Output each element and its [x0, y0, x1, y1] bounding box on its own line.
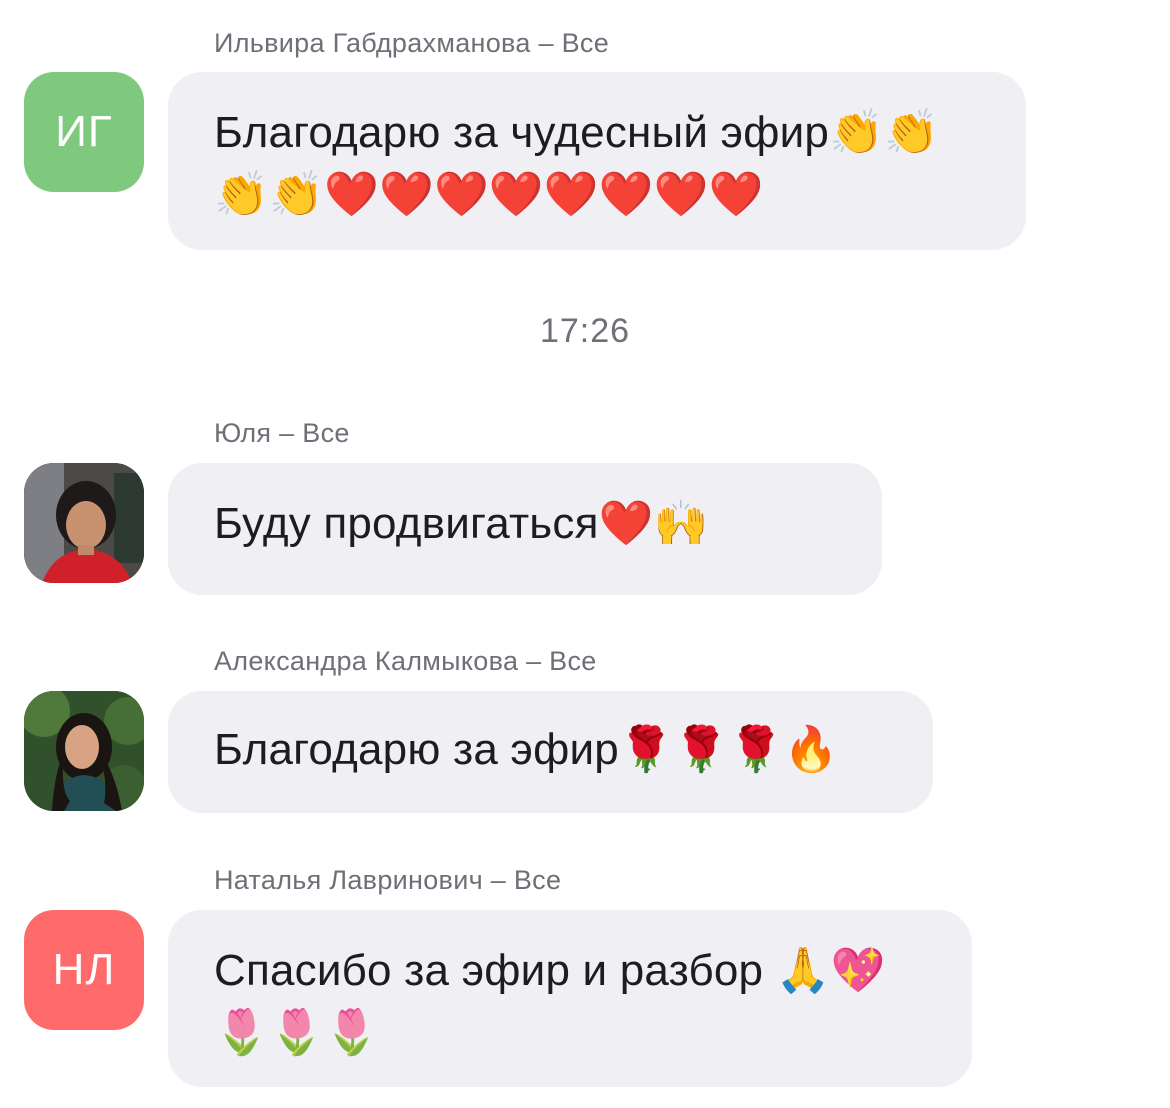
avatar[interactable] [24, 691, 144, 811]
message-text-line: 👏👏❤️❤️❤️❤️❤️❤️❤️❤️ [214, 170, 764, 219]
message-text-line: Благодарю за чудесный эфир👏👏 [214, 108, 940, 157]
message-sender: Ильвира Габдрахманова – Все [214, 28, 610, 58]
message-text-line: Спасибо за эфир и разбор 🙏💖 [214, 946, 886, 995]
message-bubble[interactable]: Спасибо за эфир и разбор 🙏💖 🌷🌷🌷 [168, 910, 972, 1087]
avatar[interactable] [24, 463, 144, 583]
message-sender: Юля – Все [214, 418, 350, 448]
message-bubble[interactable]: Благодарю за чудесный эфир👏👏 👏👏❤️❤️❤️❤️❤… [168, 72, 1026, 250]
message-text-line: Буду продвигаться❤️🙌 [214, 499, 709, 548]
message-bubble[interactable]: Благодарю за эфир🌹🌹🌹🔥 [168, 691, 933, 813]
avatar-photo [24, 463, 144, 583]
message-sender: Александра Калмыкова – Все [214, 646, 597, 676]
avatar[interactable]: НЛ [24, 910, 144, 1030]
message-text-line: 🌷🌷🌷 [214, 1008, 379, 1057]
avatar-initials: ИГ [55, 107, 113, 156]
timestamp-separator: 17:26 [539, 312, 631, 350]
message-text-line: Благодарю за эфир🌹🌹🌹🔥 [214, 725, 839, 774]
message-sender: Наталья Лавринович – Все [214, 865, 562, 895]
avatar-photo [24, 691, 144, 811]
avatar[interactable]: ИГ [24, 72, 144, 192]
message-bubble[interactable]: Буду продвигаться❤️🙌 [168, 463, 882, 595]
avatar-initials: НЛ [52, 945, 116, 994]
